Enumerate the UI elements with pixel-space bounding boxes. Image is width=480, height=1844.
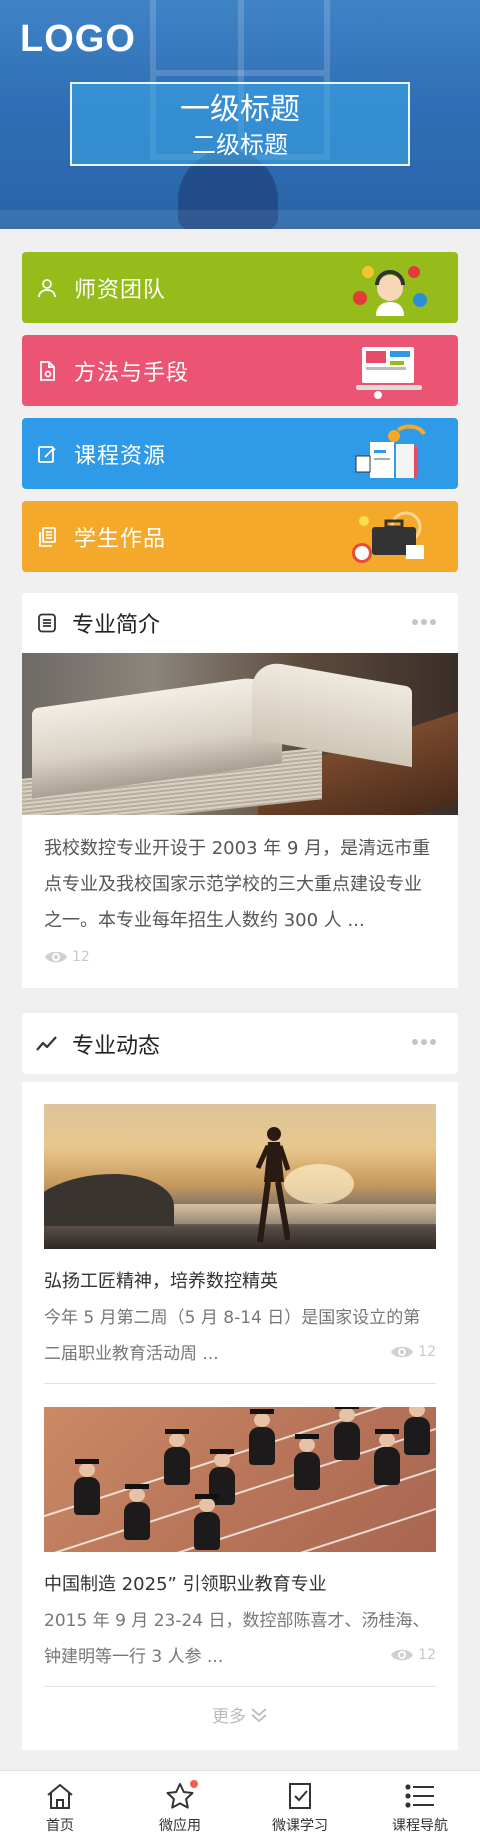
- tab-micro-course[interactable]: 微课学习: [240, 1771, 360, 1844]
- support-illustration-icon: [353, 266, 427, 316]
- eye-icon: [45, 951, 67, 963]
- news-item-title[interactable]: 中国制造 2025” 引领职业教育专业: [44, 1571, 436, 1599]
- view-count-value: 12: [418, 1647, 436, 1663]
- title-box: 一级标题 二级标题: [70, 82, 410, 166]
- eye-icon: [391, 1346, 414, 1358]
- edit-icon: [36, 443, 58, 465]
- news-title: 专业动态: [72, 1033, 161, 1059]
- runner-sunset-image[interactable]: [44, 1104, 436, 1249]
- menu-button-faculty[interactable]: 师资团队: [22, 252, 458, 323]
- menu-button-resources[interactable]: 课程资源: [22, 418, 458, 489]
- double-chevron-down-icon: [251, 1707, 267, 1722]
- primary-title: 一级标题: [180, 92, 300, 127]
- list-icon: [404, 1780, 436, 1812]
- tab-course-navigation[interactable]: 课程导航: [360, 1771, 480, 1844]
- divider: [44, 1383, 436, 1384]
- checklist-icon: [284, 1780, 316, 1812]
- user-icon: [36, 277, 58, 299]
- open-book-image: [22, 653, 458, 815]
- book-icon: [36, 612, 58, 634]
- intro-card: 我校数控专业开设于 2003 年 9 月，是清远市重点专业及我校国家示范学校的三…: [22, 653, 458, 988]
- menu-label: 方法与手段: [74, 360, 190, 386]
- intro-text: 我校数控专业开设于 2003 年 9 月，是清远市重点专业及我校国家示范学校的三…: [44, 838, 431, 931]
- books-illustration-icon: [355, 424, 426, 478]
- menu-label: 学生作品: [74, 526, 167, 552]
- more-options-icon[interactable]: [412, 619, 436, 625]
- notification-badge: [190, 1780, 198, 1788]
- view-count: 12: [390, 1344, 436, 1360]
- menu-label: 师资团队: [74, 277, 167, 303]
- star-icon: [164, 1780, 198, 1812]
- tab-label: 课程导航: [392, 1818, 448, 1834]
- eye-icon: [391, 1649, 414, 1661]
- news-list: 弘扬工匠精神，培养数控精英 今年 5 月第二周（5 月 8-14 日）是国家设立…: [22, 1082, 458, 1750]
- news-item-desc: 今年 5 月第二周（5 月 8-14 日）是国家设立的第二届职业教育活动周 ..…: [44, 1308, 421, 1364]
- view-count: 12: [44, 949, 90, 965]
- header-banner: LOGO 一级标题 二级标题: [0, 0, 480, 229]
- sill-decoration: [0, 210, 480, 229]
- logo[interactable]: LOGO: [20, 18, 136, 61]
- files-icon: [36, 526, 58, 548]
- secondary-title: 二级标题: [192, 131, 288, 159]
- more-label: 更多: [212, 1707, 246, 1727]
- news-item-desc: 2015 年 9 月 23-24 日，数控部陈喜才、汤桂海、钟建明等一行 3 人…: [44, 1611, 430, 1667]
- view-count: 12: [390, 1647, 436, 1663]
- tab-label: 微课学习: [272, 1818, 328, 1834]
- trend-icon: [36, 1033, 58, 1055]
- tab-home[interactable]: 首页: [0, 1771, 120, 1844]
- menu-button-methods[interactable]: 方法与手段: [22, 335, 458, 406]
- bottom-navigation: 首页 微应用 微课学习 课程导航: [0, 1770, 480, 1844]
- tab-label: 微应用: [159, 1818, 201, 1834]
- more-link[interactable]: 更多: [22, 1702, 458, 1727]
- document-icon: [36, 360, 58, 382]
- news-item-title[interactable]: 弘扬工匠精神，培养数控精英: [44, 1268, 436, 1296]
- tab-label: 首页: [46, 1818, 74, 1834]
- more-options-icon[interactable]: [412, 1039, 436, 1045]
- graduation-image[interactable]: [44, 1407, 436, 1552]
- home-icon: [44, 1780, 76, 1812]
- menu-label: 课程资源: [74, 443, 167, 469]
- intro-card-header: 专业简介: [22, 593, 458, 653]
- laptop-illustration-icon: [356, 347, 422, 399]
- divider: [44, 1686, 436, 1687]
- tab-micro-apps[interactable]: 微应用: [120, 1771, 240, 1844]
- view-count-value: 12: [72, 949, 90, 965]
- view-count-value: 12: [418, 1344, 436, 1360]
- briefcase-illustration-icon: [352, 511, 424, 563]
- intro-title: 专业简介: [72, 613, 161, 638]
- news-card-header: 专业动态: [22, 1013, 458, 1074]
- menu-button-student-works[interactable]: 学生作品: [22, 501, 458, 572]
